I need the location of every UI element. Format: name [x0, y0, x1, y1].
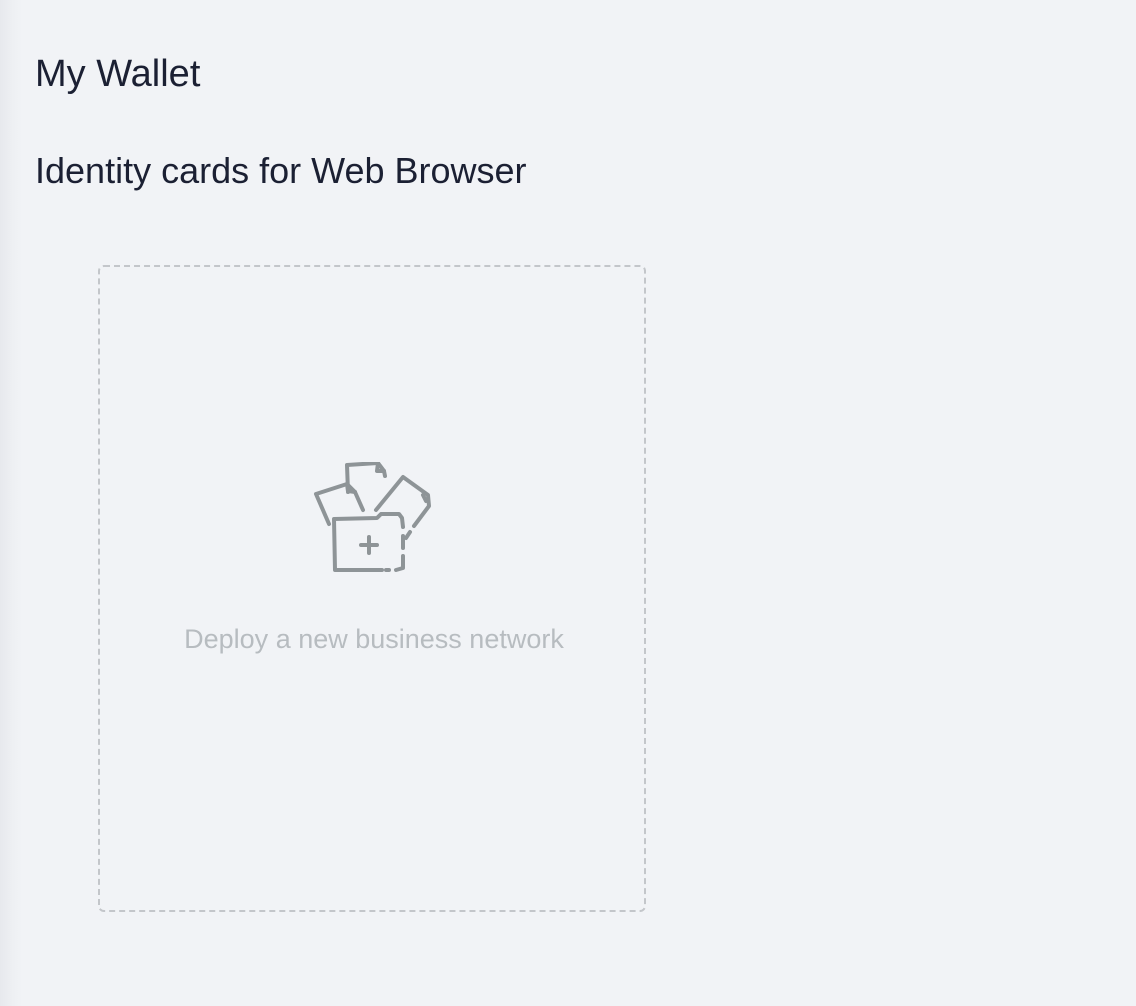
deploy-card-label: Deploy a new business network	[184, 624, 564, 654]
folder-add-icon	[314, 462, 431, 572]
deploy-business-network-card[interactable]: Deploy a new business network	[98, 265, 646, 912]
page-title: My Wallet	[35, 53, 201, 95]
left-edge-shadow	[0, 0, 22, 1006]
section-heading: Identity cards for Web Browser	[35, 150, 527, 191]
